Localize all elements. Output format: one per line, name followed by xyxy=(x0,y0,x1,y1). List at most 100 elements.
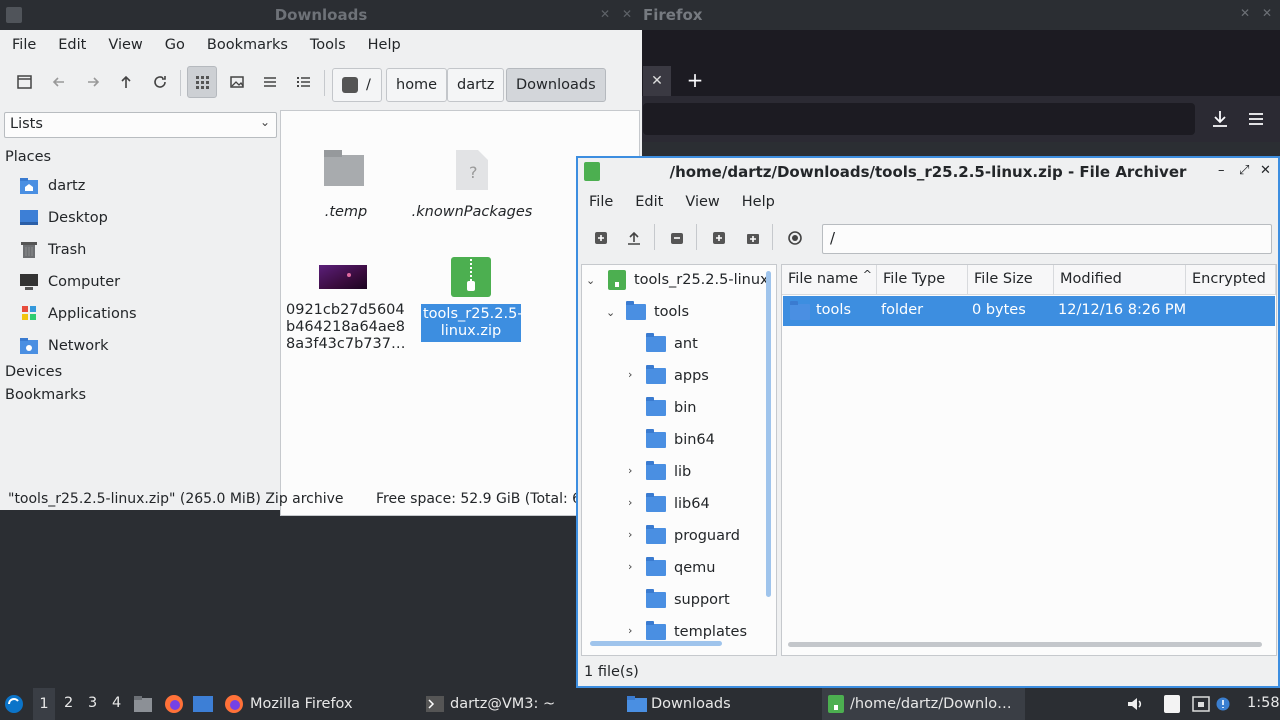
extract-button[interactable] xyxy=(619,222,649,254)
breadcrumb-root[interactable]: / xyxy=(332,68,382,102)
workspace-3[interactable]: 3 xyxy=(88,695,97,711)
volume-button[interactable] xyxy=(1126,688,1146,720)
clock[interactable]: 1:58 xyxy=(1247,695,1280,711)
new-tab-button[interactable]: + xyxy=(684,66,706,96)
sidebar-item-trash[interactable]: Trash xyxy=(19,237,86,263)
chevron-right-icon[interactable]: › xyxy=(628,368,632,381)
workspace-1[interactable]: 1 xyxy=(33,688,55,720)
update-notifier-button[interactable] xyxy=(1216,688,1234,720)
add-folder-button[interactable] xyxy=(738,222,768,254)
tree-item-tools[interactable]: ⌄ tools xyxy=(606,298,689,326)
url-bar[interactable] xyxy=(643,103,1195,135)
forward-button[interactable] xyxy=(78,66,108,98)
tree-horizontal-scrollbar[interactable] xyxy=(590,641,722,646)
column-file-size[interactable]: File Size xyxy=(968,265,1054,295)
table-row[interactable]: tools folder 0 bytes 12/12/16 8:26 PM xyxy=(783,296,1275,326)
chevron-right-icon[interactable]: › xyxy=(628,560,632,573)
stop-button[interactable] xyxy=(780,222,810,254)
back-button[interactable] xyxy=(44,66,74,98)
new-tab-button[interactable] xyxy=(10,66,40,98)
tree-item-root[interactable]: ⌄ tools_r25.2.5-linux xyxy=(586,266,769,294)
start-menu-button[interactable] xyxy=(4,688,30,720)
archive-path-field[interactable]: / xyxy=(822,224,1272,254)
tree-item-bin[interactable]: bin xyxy=(626,394,696,422)
tree-item-ant[interactable]: ant xyxy=(626,330,698,358)
up-button[interactable] xyxy=(111,66,141,98)
tree-item-support[interactable]: support xyxy=(626,586,730,614)
menu-file[interactable]: File xyxy=(1,37,47,53)
sidebar-item-desktop[interactable]: Desktop xyxy=(19,205,108,231)
tree-item-bin64[interactable]: bin64 xyxy=(626,426,715,454)
thumbnail-view-button[interactable] xyxy=(222,66,252,98)
close-icon[interactable]: ✕ xyxy=(1262,7,1274,19)
sidebar-item-network[interactable]: Network xyxy=(19,333,109,359)
workspace-4[interactable]: 4 xyxy=(112,695,121,711)
network-button[interactable] xyxy=(1192,688,1212,720)
tree-item-proguard[interactable]: › proguard xyxy=(626,522,740,550)
launcher-desktop[interactable] xyxy=(193,688,215,720)
tree-item-apps[interactable]: › apps xyxy=(626,362,709,390)
hamburger-menu-icon[interactable] xyxy=(1244,107,1268,131)
close-icon[interactable]: ✕ xyxy=(622,7,632,21)
menu-edit[interactable]: Edit xyxy=(47,37,97,53)
column-file-name[interactable]: File name ^ xyxy=(782,265,877,295)
tree-vertical-scrollbar[interactable] xyxy=(766,271,771,597)
close-icon[interactable]: ✕ xyxy=(600,7,610,21)
maximize-icon[interactable]: ⤢ xyxy=(1239,163,1249,178)
workspace-2[interactable]: 2 xyxy=(64,695,73,711)
menu-file[interactable]: File xyxy=(578,194,624,210)
add-file-button[interactable] xyxy=(704,222,734,254)
file-item-knownpackages[interactable]: ? .knownPackages xyxy=(411,150,533,221)
tree-item-lib[interactable]: › lib xyxy=(626,458,691,486)
sidebar-item-computer[interactable]: Computer xyxy=(19,269,120,295)
task-terminal[interactable]: dartz@VM3: ~ xyxy=(426,688,616,720)
task-firefox[interactable]: Mozilla Firefox xyxy=(224,688,414,720)
menu-tools[interactable]: Tools xyxy=(299,37,357,53)
column-modified[interactable]: Modified xyxy=(1054,265,1186,295)
archive-folder-tree[interactable]: ⌄ tools_r25.2.5-linux ⌄ tools ant › apps… xyxy=(581,264,777,656)
list-horizontal-scrollbar[interactable] xyxy=(788,642,1262,647)
task-file-archiver[interactable]: /home/dartz/Downlo… xyxy=(822,688,1025,720)
side-pane-mode-select[interactable]: Lists ⌄ xyxy=(4,112,277,138)
breadcrumb-dartz[interactable]: dartz xyxy=(447,68,505,102)
bookmarks-header[interactable]: Bookmarks xyxy=(5,387,86,403)
chevron-right-icon[interactable]: › xyxy=(628,464,632,477)
file-item-tools-zip[interactable]: tools_r25.2.5- linux.zip xyxy=(421,256,523,342)
breadcrumb-downloads[interactable]: Downloads xyxy=(506,68,606,102)
chevron-right-icon[interactable]: › xyxy=(628,624,632,637)
reload-button[interactable] xyxy=(145,66,175,98)
menu-view[interactable]: View xyxy=(97,37,153,53)
sidebar-item-applications[interactable]: Applications xyxy=(19,301,137,327)
file-item-image[interactable]: 0921cb27d5604 b464218a64ae8 8a3f43c7b737… xyxy=(286,264,405,353)
tree-item-qemu[interactable]: › qemu xyxy=(626,554,715,582)
menu-edit[interactable]: Edit xyxy=(624,194,674,210)
chevron-down-icon[interactable]: ⌄ xyxy=(586,274,595,287)
extract-all-button[interactable] xyxy=(662,222,692,254)
tab-close-button[interactable]: ✕ xyxy=(643,66,671,96)
devices-header[interactable]: Devices xyxy=(5,364,62,380)
close-icon[interactable]: ✕ xyxy=(1260,163,1271,178)
launcher-file-manager[interactable] xyxy=(134,688,154,720)
sidebar-item-dartz[interactable]: dartz xyxy=(19,173,85,199)
column-encrypted[interactable]: Encrypted xyxy=(1186,265,1276,295)
menu-view[interactable]: View xyxy=(674,194,730,210)
menu-go[interactable]: Go xyxy=(154,37,196,53)
minimize-icon[interactable]: ✕ xyxy=(1240,7,1252,19)
archive-file-list[interactable]: File name ^ File Type File Size Modified… xyxy=(781,264,1277,656)
compact-view-button[interactable] xyxy=(255,66,285,98)
minimize-icon[interactable]: – xyxy=(1218,163,1225,178)
chevron-right-icon[interactable]: › xyxy=(628,528,632,541)
clipboard-button[interactable] xyxy=(1164,688,1184,720)
chevron-down-icon[interactable]: ⌄ xyxy=(606,306,615,319)
launcher-firefox[interactable] xyxy=(164,688,184,720)
breadcrumb-home[interactable]: home xyxy=(386,68,448,102)
download-icon[interactable] xyxy=(1208,107,1232,131)
task-downloads[interactable]: Downloads xyxy=(627,688,817,720)
detailed-view-button[interactable] xyxy=(289,66,319,98)
icon-view-button[interactable] xyxy=(187,66,217,98)
menu-help[interactable]: Help xyxy=(731,194,786,210)
file-item-temp[interactable]: .temp xyxy=(301,150,391,221)
chevron-right-icon[interactable]: › xyxy=(628,496,632,509)
tree-item-lib64[interactable]: › lib64 xyxy=(626,490,710,518)
column-file-type[interactable]: File Type xyxy=(877,265,968,295)
